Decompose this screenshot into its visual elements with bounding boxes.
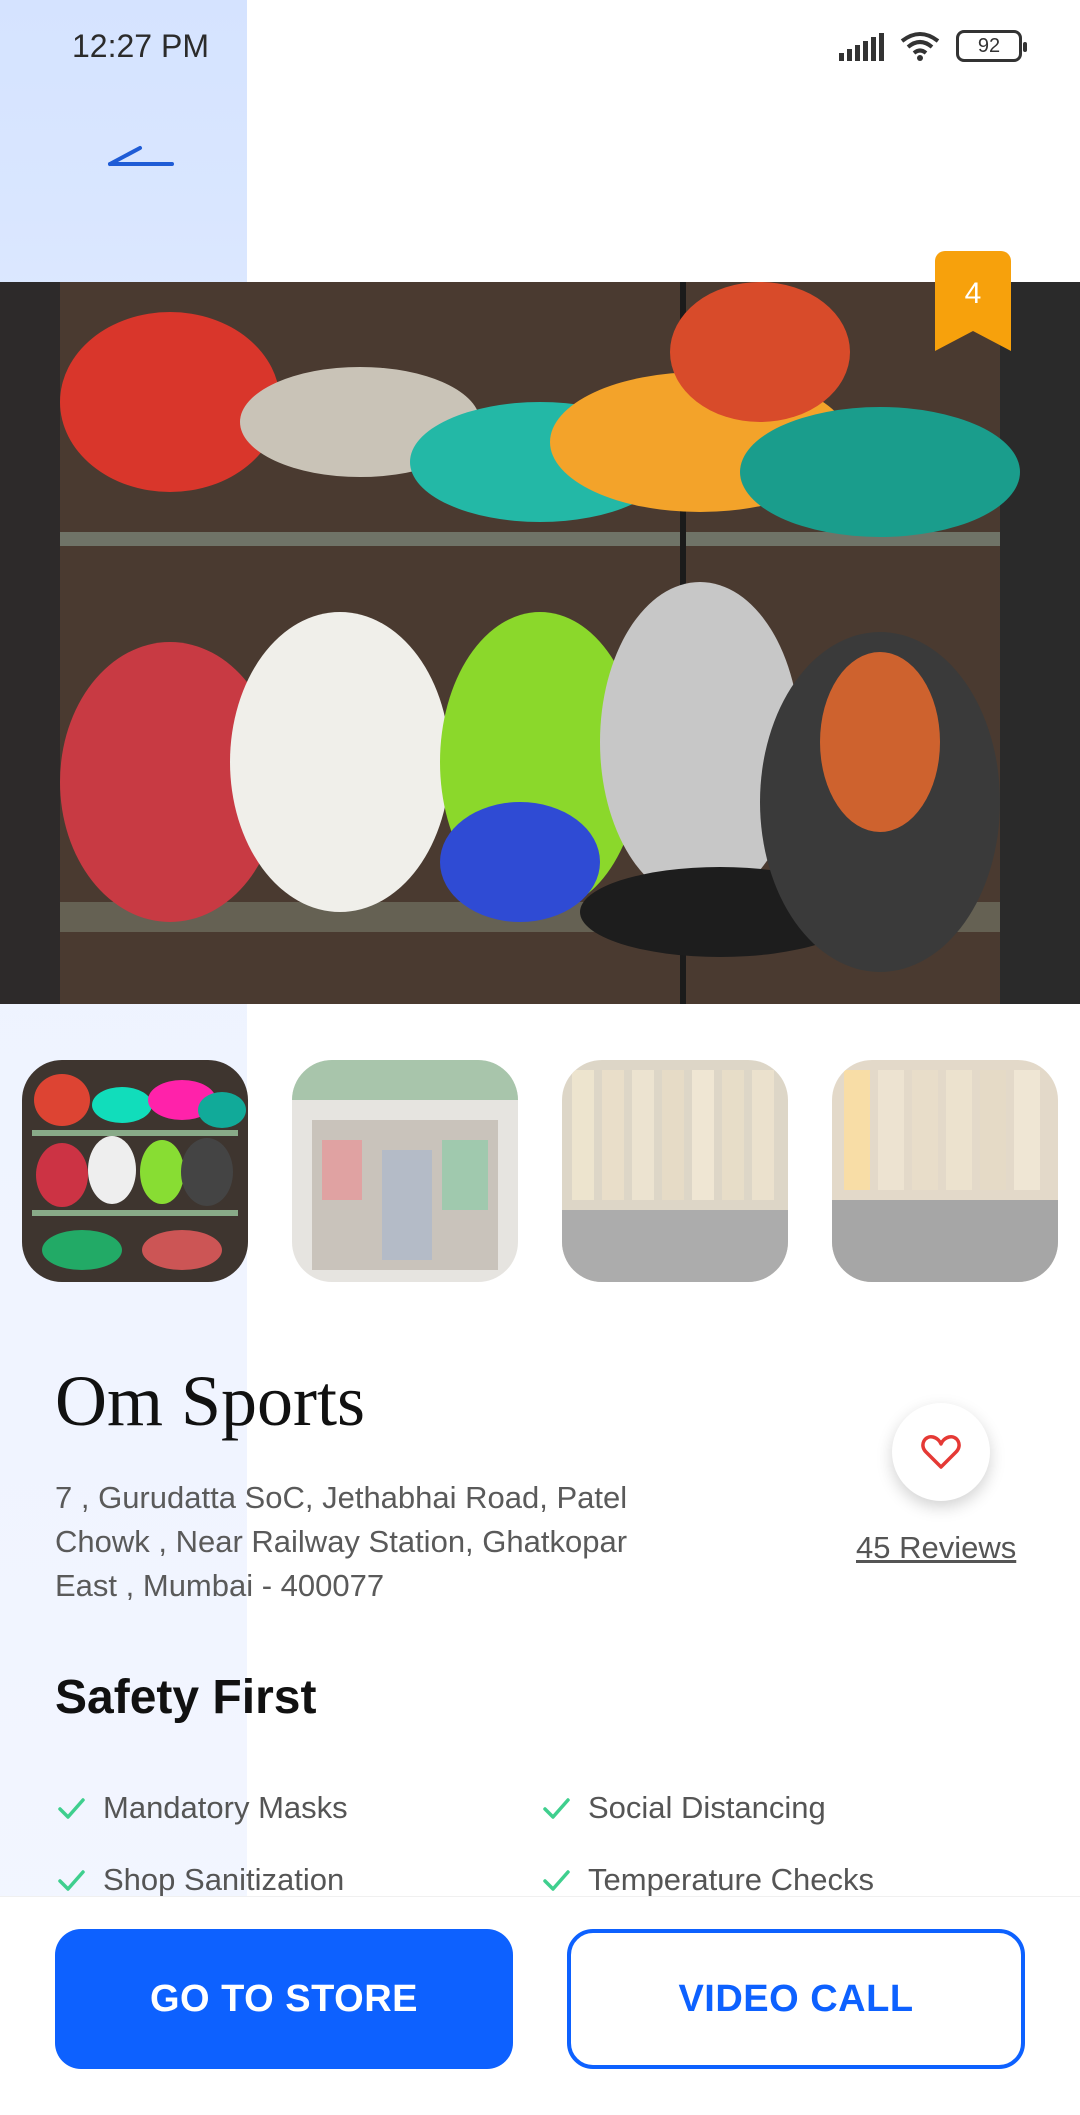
check-icon <box>58 1798 85 1819</box>
go-to-store-button[interactable]: GO TO STORE <box>55 1929 513 2069</box>
thumbnail-image <box>292 1060 518 1282</box>
check-icon <box>58 1870 85 1891</box>
thumbnail-cricket-bats[interactable] <box>562 1060 788 1282</box>
signal-icon <box>839 31 884 61</box>
thumbnail-store-front[interactable] <box>292 1060 518 1282</box>
thumbnail-bats-rack[interactable] <box>832 1060 1058 1282</box>
safety-item-label: Temperature Checks <box>588 1862 875 1897</box>
safety-item: Shop Sanitization <box>55 1862 344 1898</box>
status-time: 12:27 PM <box>72 28 209 64</box>
back-arrow-icon <box>108 146 174 166</box>
store-hero-image[interactable] <box>0 282 1080 1004</box>
safety-title: Safety First <box>55 1671 317 1724</box>
check-icon <box>543 1798 570 1819</box>
video-call-button[interactable]: VIDEO CALL <box>567 1929 1025 2069</box>
check-icon <box>543 1870 570 1891</box>
safety-item-label: Social Distancing <box>588 1790 826 1825</box>
safety-item: Social Distancing <box>540 1790 826 1826</box>
back-button[interactable] <box>100 140 180 190</box>
status-icons: 92 <box>839 30 1027 62</box>
favorite-button[interactable] <box>892 1403 990 1501</box>
thumbnail-strip <box>22 1060 1058 1282</box>
thumbnail-image <box>832 1060 1058 1282</box>
bottom-action-bar: GO TO STORE VIDEO CALL <box>0 1896 1080 2115</box>
safety-item-label: Shop Sanitization <box>103 1862 345 1897</box>
rating-badge: 4 <box>935 251 1011 351</box>
safety-item: Temperature Checks <box>540 1862 874 1898</box>
wifi-icon <box>900 31 940 61</box>
thumbnail-shoes-display[interactable] <box>22 1060 248 1282</box>
heart-icon <box>921 1435 961 1469</box>
battery-icon: 92 <box>956 30 1027 62</box>
thumbnail-image <box>562 1060 788 1282</box>
thumbnail-image <box>22 1060 248 1282</box>
badge-count: 4 <box>964 277 982 310</box>
status-bar: 12:27 PM 92 <box>0 0 1080 96</box>
safety-item-label: Mandatory Masks <box>103 1790 348 1825</box>
shop-address: 7 , Gurudatta SoC, Jethabhai Road, Patel… <box>55 1480 628 1603</box>
shop-title: Om Sports <box>55 1361 366 1441</box>
safety-item: Mandatory Masks <box>55 1790 348 1826</box>
reviews-link[interactable]: 45 Reviews <box>856 1530 1016 1566</box>
